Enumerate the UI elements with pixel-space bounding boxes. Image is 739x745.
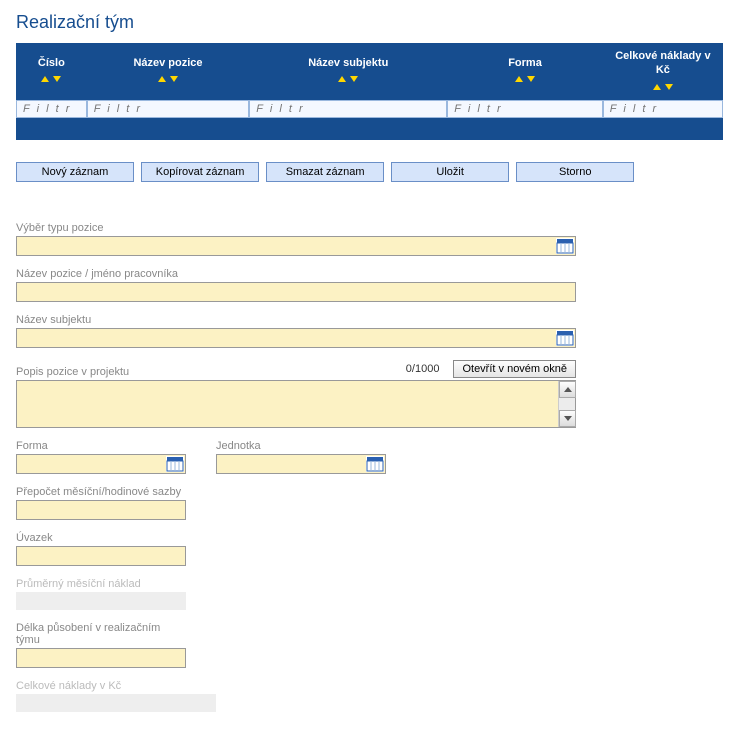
sort-desc-icon[interactable]	[350, 76, 358, 82]
delete-button[interactable]: Smazat záznam	[266, 162, 384, 182]
position-type-label: Výběr typu pozice	[16, 222, 576, 234]
position-name-field-wrap	[16, 282, 576, 302]
filter-cislo[interactable]	[16, 100, 87, 118]
col-cislo[interactable]: Číslo	[16, 43, 87, 100]
new-button[interactable]: Nový záznam	[16, 162, 134, 182]
open-in-new-window-button[interactable]: Otevřít v novém okně	[453, 360, 576, 378]
col-celkove-naklady[interactable]: Celkové náklady v Kč	[603, 43, 723, 100]
subject-name-input[interactable]	[17, 329, 575, 347]
position-type-field-wrap	[16, 236, 576, 256]
unit-picker-icon[interactable]	[366, 456, 384, 472]
grid-footer-row	[16, 118, 723, 140]
allocation-field-wrap	[16, 546, 186, 566]
rate-recalc-field-wrap	[16, 500, 186, 520]
position-name-label: Název pozice / jméno pracovníka	[16, 268, 576, 280]
position-type-picker-icon[interactable]	[556, 238, 574, 254]
sort-desc-icon[interactable]	[665, 84, 673, 90]
position-name-input[interactable]	[17, 283, 575, 301]
duration-label: Délka působení v realizačním týmu	[16, 622, 186, 646]
sort-asc-icon[interactable]	[515, 76, 523, 82]
unit-label: Jednotka	[216, 440, 386, 452]
description-field-wrap	[16, 380, 576, 428]
rate-recalc-input[interactable]	[17, 501, 185, 519]
allocation-input[interactable]	[17, 547, 185, 565]
description-textarea[interactable]	[17, 381, 557, 427]
description-counter: 0/1000	[406, 363, 440, 375]
scroll-down-icon[interactable]	[559, 410, 576, 427]
col-forma[interactable]: Forma	[447, 43, 603, 100]
sort-asc-icon[interactable]	[158, 76, 166, 82]
filter-subjekt[interactable]	[249, 100, 447, 118]
textarea-scrollbar[interactable]	[558, 381, 575, 427]
allocation-label: Úvazek	[16, 532, 186, 544]
duration-field-wrap	[16, 648, 186, 668]
form-field-wrap	[16, 454, 186, 474]
filter-forma[interactable]	[447, 100, 603, 118]
subject-name-label: Název subjektu	[16, 314, 576, 326]
scroll-up-icon[interactable]	[559, 381, 576, 398]
filter-pozice[interactable]	[87, 100, 250, 118]
subject-name-field-wrap	[16, 328, 576, 348]
col-nazev-subjektu[interactable]: Název subjektu	[249, 43, 447, 100]
col-nazev-pozice[interactable]: Název pozice	[87, 43, 250, 100]
form-picker-icon[interactable]	[166, 456, 184, 472]
col-label: Forma	[508, 57, 542, 69]
sort-asc-icon[interactable]	[338, 76, 346, 82]
filter-naklady[interactable]	[603, 100, 723, 118]
col-label: Číslo	[38, 57, 65, 69]
save-button[interactable]: Uložit	[391, 162, 509, 182]
sort-desc-icon[interactable]	[53, 76, 61, 82]
avg-monthly-label: Průměrný měsíční náklad	[16, 578, 186, 590]
form-label: Forma	[16, 440, 186, 452]
col-label: Název subjektu	[308, 57, 388, 69]
col-label: Název pozice	[133, 57, 202, 69]
sort-asc-icon[interactable]	[653, 84, 661, 90]
duration-input[interactable]	[17, 649, 185, 667]
data-grid: Číslo Název pozice Název subjektu Forma	[16, 43, 723, 140]
unit-input[interactable]	[217, 455, 385, 473]
sort-desc-icon[interactable]	[170, 76, 178, 82]
sort-asc-icon[interactable]	[41, 76, 49, 82]
subject-name-picker-icon[interactable]	[556, 330, 574, 346]
detail-form: Výběr typu pozice Název pozice / jméno p…	[16, 222, 576, 712]
copy-button[interactable]: Kopírovat záznam	[141, 162, 259, 182]
grid-header-row: Číslo Název pozice Název subjektu Forma	[16, 43, 723, 100]
page-title: Realizační tým	[16, 12, 723, 33]
form-input[interactable]	[17, 455, 185, 473]
position-type-input[interactable]	[17, 237, 575, 255]
action-bar: Nový záznam Kopírovat záznam Smazat zázn…	[16, 162, 723, 182]
cancel-button[interactable]: Storno	[516, 162, 634, 182]
sort-desc-icon[interactable]	[527, 76, 535, 82]
col-label: Celkové náklady v Kč	[615, 50, 710, 76]
description-label: Popis pozice v projektu	[16, 366, 129, 378]
avg-monthly-readonly	[16, 592, 186, 610]
unit-field-wrap	[216, 454, 386, 474]
grid-filter-row	[16, 100, 723, 119]
total-costs-readonly	[16, 694, 216, 712]
total-costs-label: Celkové náklady v Kč	[16, 680, 216, 692]
rate-recalc-label: Přepočet měsíční/hodinové sazby	[16, 486, 186, 498]
